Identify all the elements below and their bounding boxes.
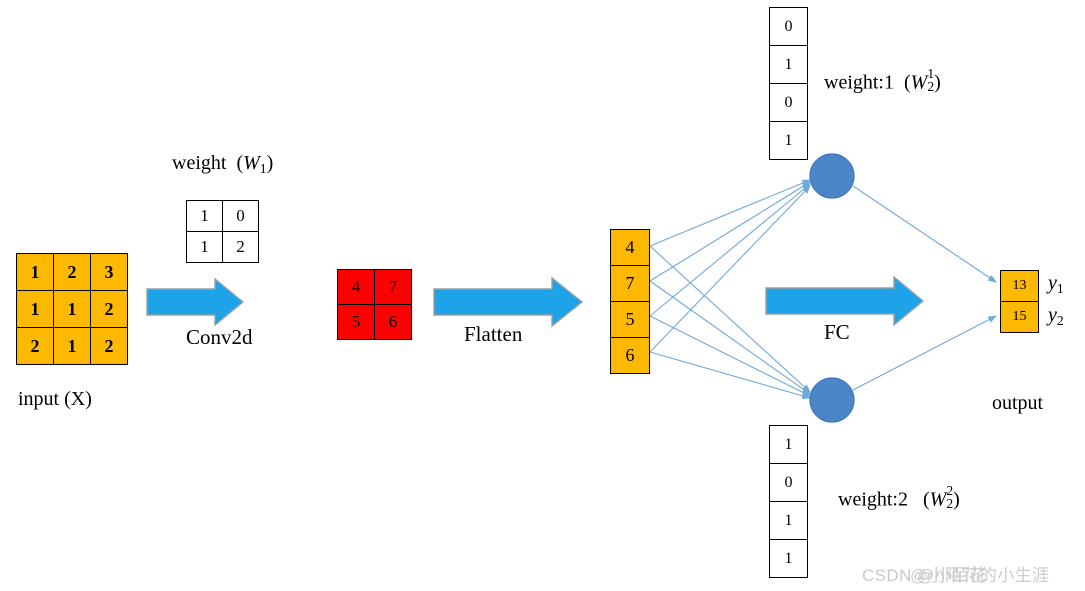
weight2-bottom-label-text: weight:2 <box>838 488 908 511</box>
table-row: 7 <box>610 265 650 302</box>
output-cell: 13 <box>1000 270 1039 302</box>
table-row: 4 <box>610 229 650 266</box>
output-y2-subscript: 2 <box>1056 312 1064 328</box>
input-cell: 2 <box>90 327 128 365</box>
weight2-bottom-paren: ( <box>913 488 930 511</box>
weight1-symbol: W <box>243 152 260 174</box>
fc-neuron-2 <box>809 377 855 423</box>
weight1-label-paren-close: ) <box>266 152 274 174</box>
edges-to-output <box>852 185 997 391</box>
output-y2-symbol: y <box>1048 304 1057 326</box>
weight2-bottom-label: weight:2 (W 2 2) <box>838 484 960 511</box>
fc-arrow <box>765 275 925 327</box>
weight1-cell: 2 <box>222 231 259 263</box>
weight2-top-paren-close: ) <box>934 71 941 94</box>
weight1-cell: 1 <box>186 200 223 232</box>
weight1-label-text: weight <box>172 152 227 174</box>
input-cell: 1 <box>16 290 54 328</box>
input-matrix: 1 2 3 1 1 2 2 1 2 <box>16 253 128 365</box>
weight2-top-vector: 0 1 0 1 <box>769 7 808 160</box>
table-row: 1 2 3 <box>16 253 128 291</box>
weight2-top-cell: 0 <box>769 7 808 46</box>
diagram-canvas: 1 2 3 1 1 2 2 1 2 input (X) weight (W1) … <box>0 0 1085 591</box>
weight2-bottom-paren-close: ) <box>953 488 960 511</box>
output-y1-label: y1 <box>1048 272 1064 297</box>
flatten-cell: 5 <box>610 301 650 338</box>
conv-cell: 7 <box>374 269 412 305</box>
output-vector: 13 15 <box>1000 270 1039 333</box>
csdn-watermark: CSDN @小陌花 @小陌花的小生涯 <box>862 561 1049 586</box>
table-row: 0 <box>769 7 808 46</box>
conv2d-label: Conv2d <box>186 325 253 349</box>
table-row: 1 2 <box>186 231 259 263</box>
table-row: 2 1 2 <box>16 327 128 365</box>
weight1-cell: 1 <box>186 231 223 263</box>
table-row: 15 <box>1000 301 1039 333</box>
flatten-arrow <box>433 276 584 328</box>
input-cell: 2 <box>53 253 91 291</box>
conv-cell: 4 <box>337 269 375 305</box>
weight2-bottom-cell: 0 <box>769 463 808 502</box>
weight1-subscript: 1 <box>259 160 267 176</box>
weight2-top-label: weight:1 (W 1 2) <box>824 67 941 94</box>
output-y1-subscript: 1 <box>1056 280 1064 296</box>
table-row: 4 7 <box>337 269 412 305</box>
flatten-label: Flatten <box>464 322 523 346</box>
flatten-cell: 6 <box>610 337 650 374</box>
table-row: 0 <box>769 83 808 122</box>
table-row: 1 0 <box>186 200 259 232</box>
weight2-bottom-symbol: W <box>929 488 947 511</box>
input-cell: 1 <box>53 290 91 328</box>
weight2-bottom-vector: 1 0 1 1 <box>769 425 808 578</box>
input-cell: 1 <box>53 327 91 365</box>
edges-to-neuron-1 <box>649 179 812 353</box>
input-cell: 2 <box>90 290 128 328</box>
table-row: 1 <box>769 121 808 160</box>
table-row: 5 <box>610 301 650 338</box>
weight1-matrix: 1 0 1 2 <box>186 200 259 263</box>
weight2-bottom-cell: 1 <box>769 425 808 464</box>
conv2d-arrow <box>146 277 245 327</box>
table-row: 0 <box>769 463 808 502</box>
conv-cell: 6 <box>374 304 412 340</box>
table-row: 1 <box>769 539 808 578</box>
fc-neuron-1 <box>809 153 855 199</box>
weight2-bottom-cell: 1 <box>769 539 808 578</box>
weight1-cell: 0 <box>222 200 259 232</box>
conv-output-matrix: 4 7 5 6 <box>337 269 412 340</box>
table-row: 1 <box>769 45 808 84</box>
flatten-cell: 7 <box>610 265 650 302</box>
weight2-top-symbol: W <box>910 71 928 94</box>
input-cell: 3 <box>90 253 128 291</box>
table-row: 6 <box>610 337 650 374</box>
watermark-text-b: @小陌花的小生涯 <box>910 566 1050 585</box>
output-y1-symbol: y <box>1048 272 1057 294</box>
output-y2-label: y2 <box>1048 304 1064 329</box>
weight1-label: weight (W1) <box>172 152 273 177</box>
table-row: 1 <box>769 501 808 540</box>
table-row: 13 <box>1000 270 1039 302</box>
weight2-top-label-text: weight:1 <box>824 71 894 94</box>
output-cell: 15 <box>1000 301 1039 333</box>
weight2-top-cell: 1 <box>769 45 808 84</box>
output-label: output <box>992 392 1044 414</box>
table-row: 1 <box>769 425 808 464</box>
fc-label: FC <box>824 320 850 344</box>
table-row: 1 1 2 <box>16 290 128 328</box>
input-label: input (X) <box>18 388 92 410</box>
weight2-top-paren: ( <box>899 71 911 94</box>
flatten-cell: 4 <box>610 229 650 266</box>
weight2-top-cell: 1 <box>769 121 808 160</box>
weight2-top-cell: 0 <box>769 83 808 122</box>
weight2-bottom-cell: 1 <box>769 501 808 540</box>
input-cell: 2 <box>16 327 54 365</box>
edges-to-neuron-2 <box>649 245 812 400</box>
conv-cell: 5 <box>337 304 375 340</box>
flatten-vector: 4 7 5 6 <box>610 229 650 374</box>
weight1-label-paren: ( <box>231 152 244 174</box>
input-cell: 1 <box>16 253 54 291</box>
table-row: 5 6 <box>337 304 412 340</box>
